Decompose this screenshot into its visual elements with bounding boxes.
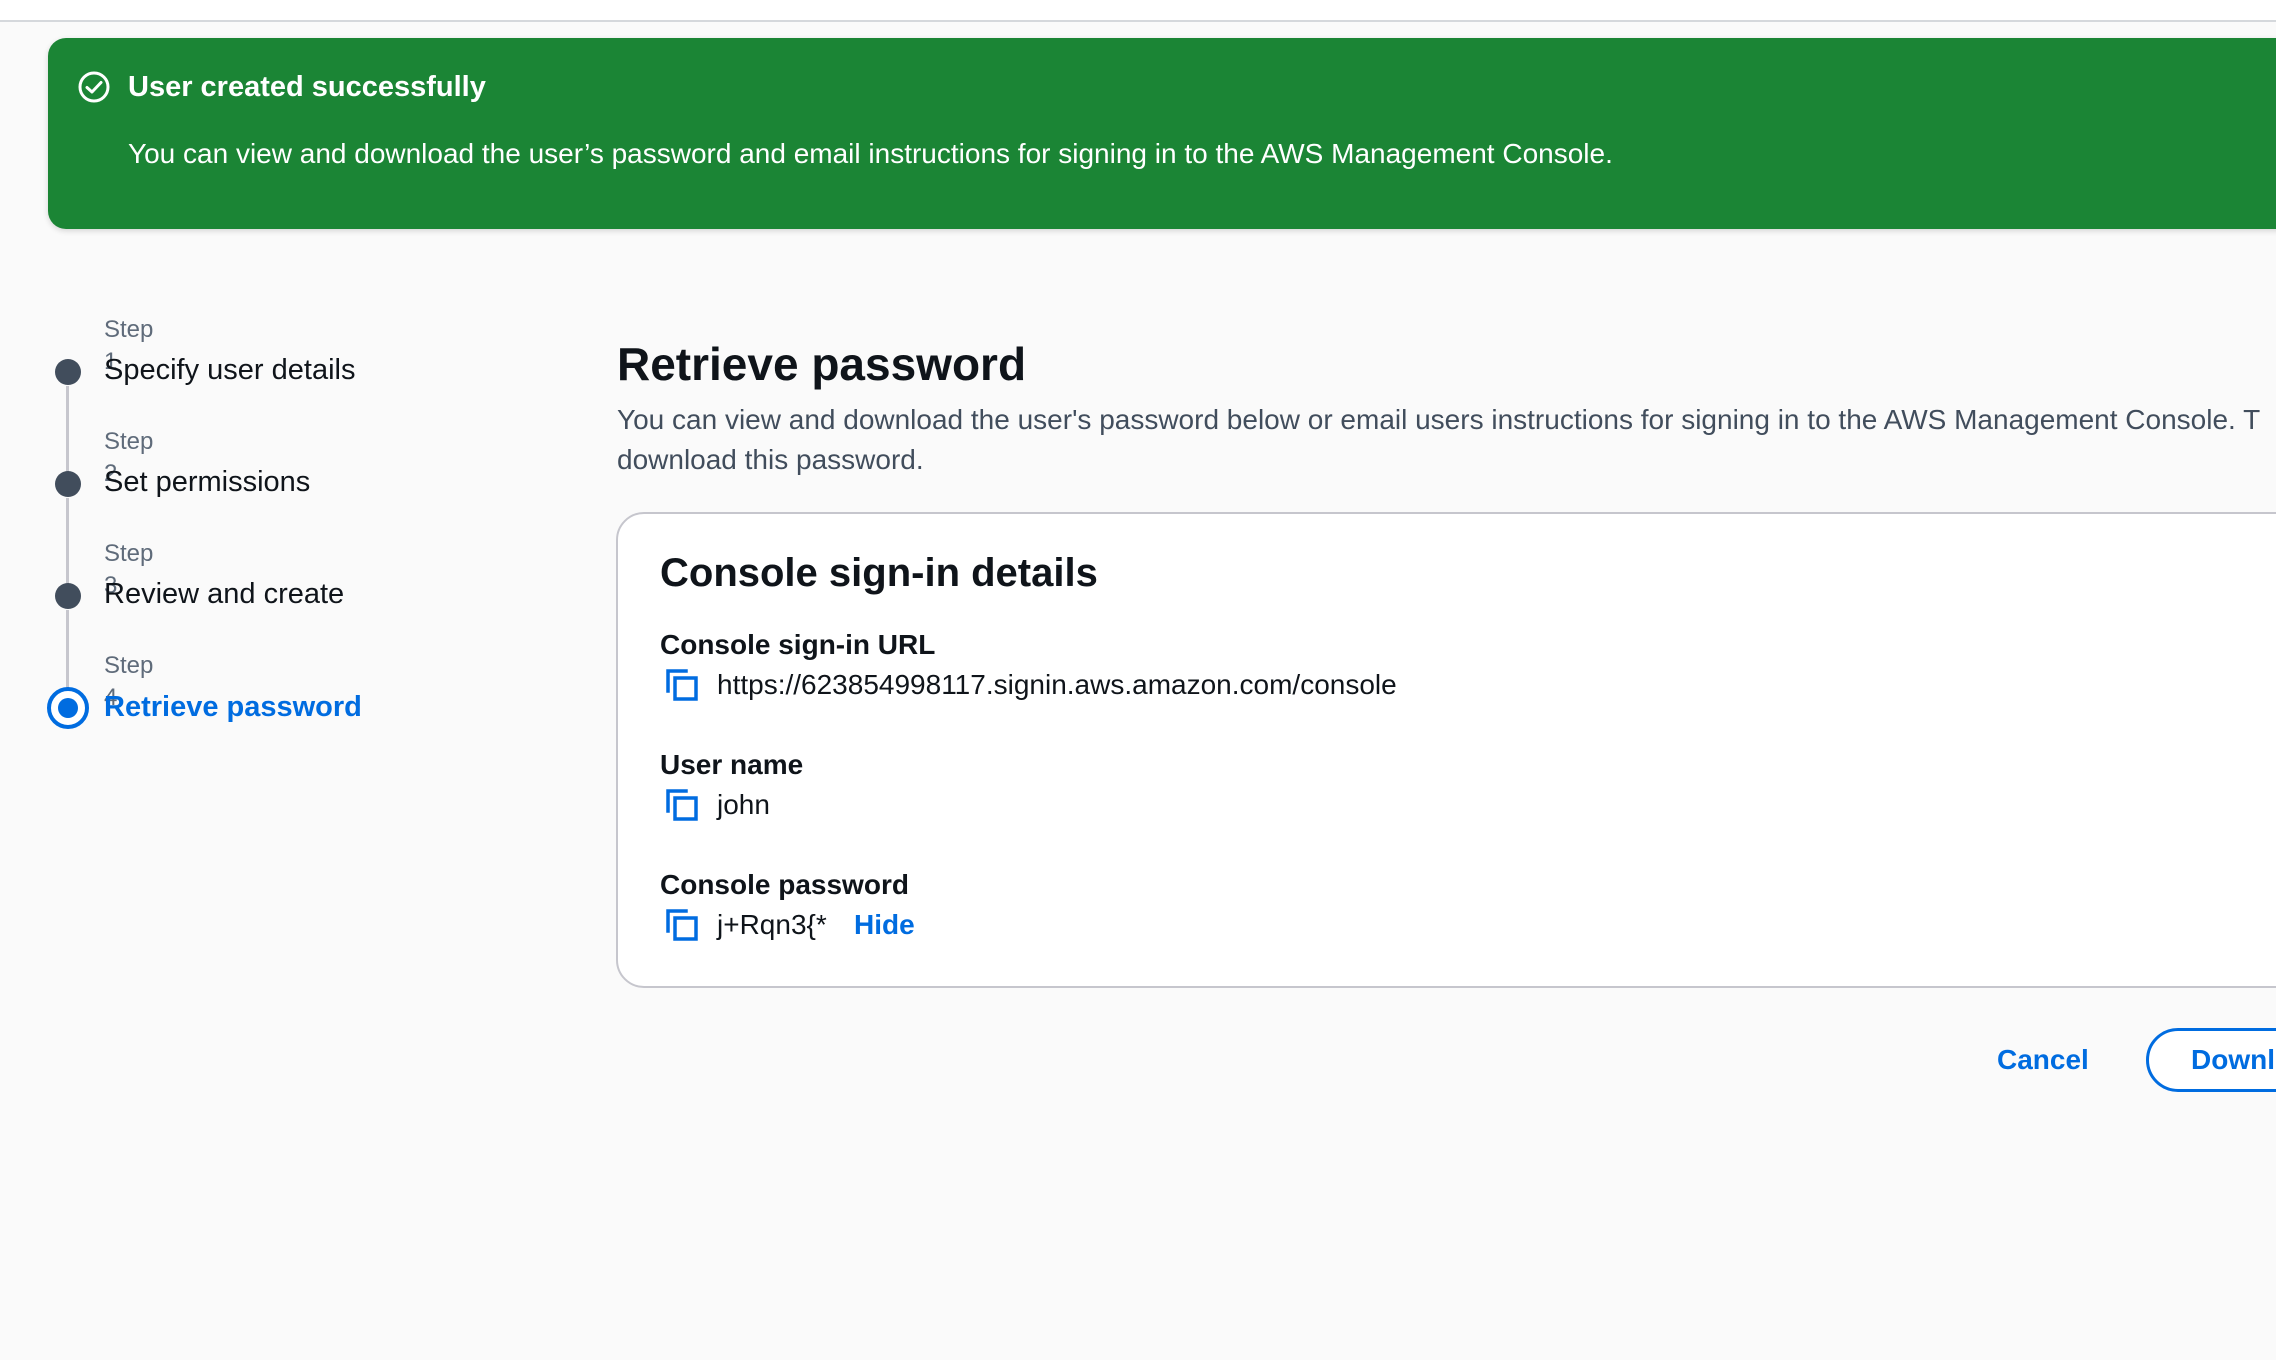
- hide-password-link[interactable]: Hide: [854, 907, 915, 943]
- flash-message: You can view and download the user’s pas…: [128, 138, 1613, 169]
- step-connector: [66, 610, 69, 696]
- step-1-complete-icon: [55, 359, 81, 385]
- step-connector: [66, 498, 69, 584]
- console-url-label: Console sign-in URL: [660, 629, 936, 660]
- console-url-value: https://623854998117.signin.aws.amazon.c…: [717, 669, 1397, 700]
- page: User created successfully You can view a…: [0, 0, 2276, 1360]
- step-3-complete-icon: [55, 583, 81, 609]
- step-1-label[interactable]: Specify user details: [104, 351, 355, 389]
- page-description: You can view and download the user's pas…: [617, 404, 2260, 475]
- step-connector: [66, 386, 69, 472]
- copy-username-icon[interactable]: [664, 787, 700, 823]
- flash-title: User created successfully: [128, 71, 486, 103]
- success-flash-banner: User created successfully You can view a…: [48, 38, 2276, 229]
- console-password-value: j+Rqn3{*: [717, 909, 827, 940]
- user-name-label: User name: [660, 749, 804, 780]
- step-2-label[interactable]: Set permissions: [104, 463, 310, 501]
- step-4-active-icon: [47, 687, 89, 729]
- check-circle-icon: [78, 71, 110, 103]
- step-4-label: Retrieve password: [104, 691, 362, 723]
- console-sign-in-details-card: Console sign-in details Console sign-in …: [616, 512, 2276, 988]
- console-password-label: Console password: [660, 869, 909, 900]
- copy-url-icon[interactable]: [664, 667, 700, 703]
- cancel-button[interactable]: Cancel: [1985, 1040, 2101, 1080]
- step-2-complete-icon: [55, 471, 81, 497]
- page-title: Retrieve password: [617, 338, 1027, 390]
- user-name-value: john: [717, 789, 770, 820]
- card-title: Console sign-in details: [660, 551, 1098, 595]
- download-csv-button[interactable]: Downl: [2146, 1028, 2276, 1092]
- copy-password-icon[interactable]: [664, 907, 700, 943]
- top-navigation-edge: [0, 0, 2276, 22]
- step-3-label[interactable]: Review and create: [104, 575, 344, 613]
